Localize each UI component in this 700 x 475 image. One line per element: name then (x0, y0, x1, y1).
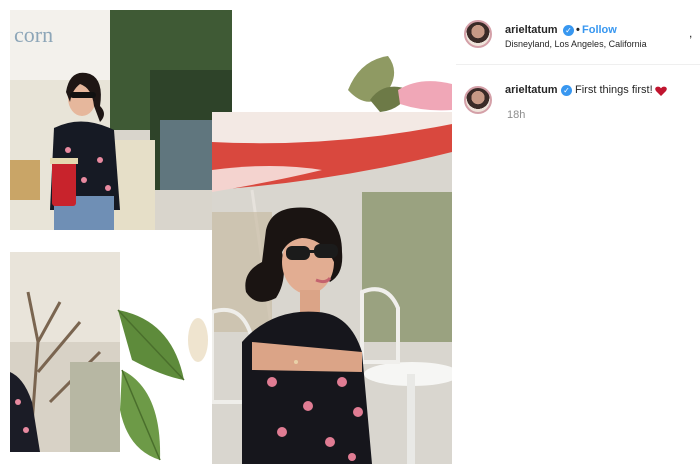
comment-timestamp: 18h (507, 109, 526, 121)
post-photo-collage[interactable]: corn (0, 0, 455, 475)
trees-image (10, 252, 120, 452)
main-portrait-image (212, 112, 452, 464)
post-sidebar (455, 0, 700, 475)
author-avatar[interactable] (464, 20, 492, 48)
popcorn-sign-text: corn (14, 22, 53, 47)
verified-icon: ✓ (563, 25, 574, 36)
popcorn-stand-image: corn (10, 10, 232, 230)
header-divider (456, 64, 700, 65)
post-location[interactable]: Disneyland, Los Angeles, California (505, 39, 647, 49)
red-heart-emoji-icon (655, 86, 667, 96)
more-options-icon[interactable]: , (689, 26, 692, 40)
follow-button[interactable]: Follow (582, 24, 617, 36)
author-username[interactable]: arieltatum (505, 24, 558, 36)
comment-username[interactable]: arieltatum (505, 84, 558, 96)
leaf-decoration-middle (112, 300, 212, 465)
comment-verified-icon: ✓ (561, 85, 572, 96)
leaf-decoration-top (340, 50, 455, 115)
photo-popcorn-stand: corn (10, 10, 232, 230)
leaf-flower-image (348, 56, 452, 112)
separator-dot: • (576, 24, 580, 36)
photo-trees (10, 252, 120, 452)
comment-avatar[interactable] (464, 86, 492, 114)
green-leaf-image (117, 309, 208, 461)
comment-caption: First things first! (575, 84, 653, 96)
photo-main-portrait (212, 112, 452, 464)
